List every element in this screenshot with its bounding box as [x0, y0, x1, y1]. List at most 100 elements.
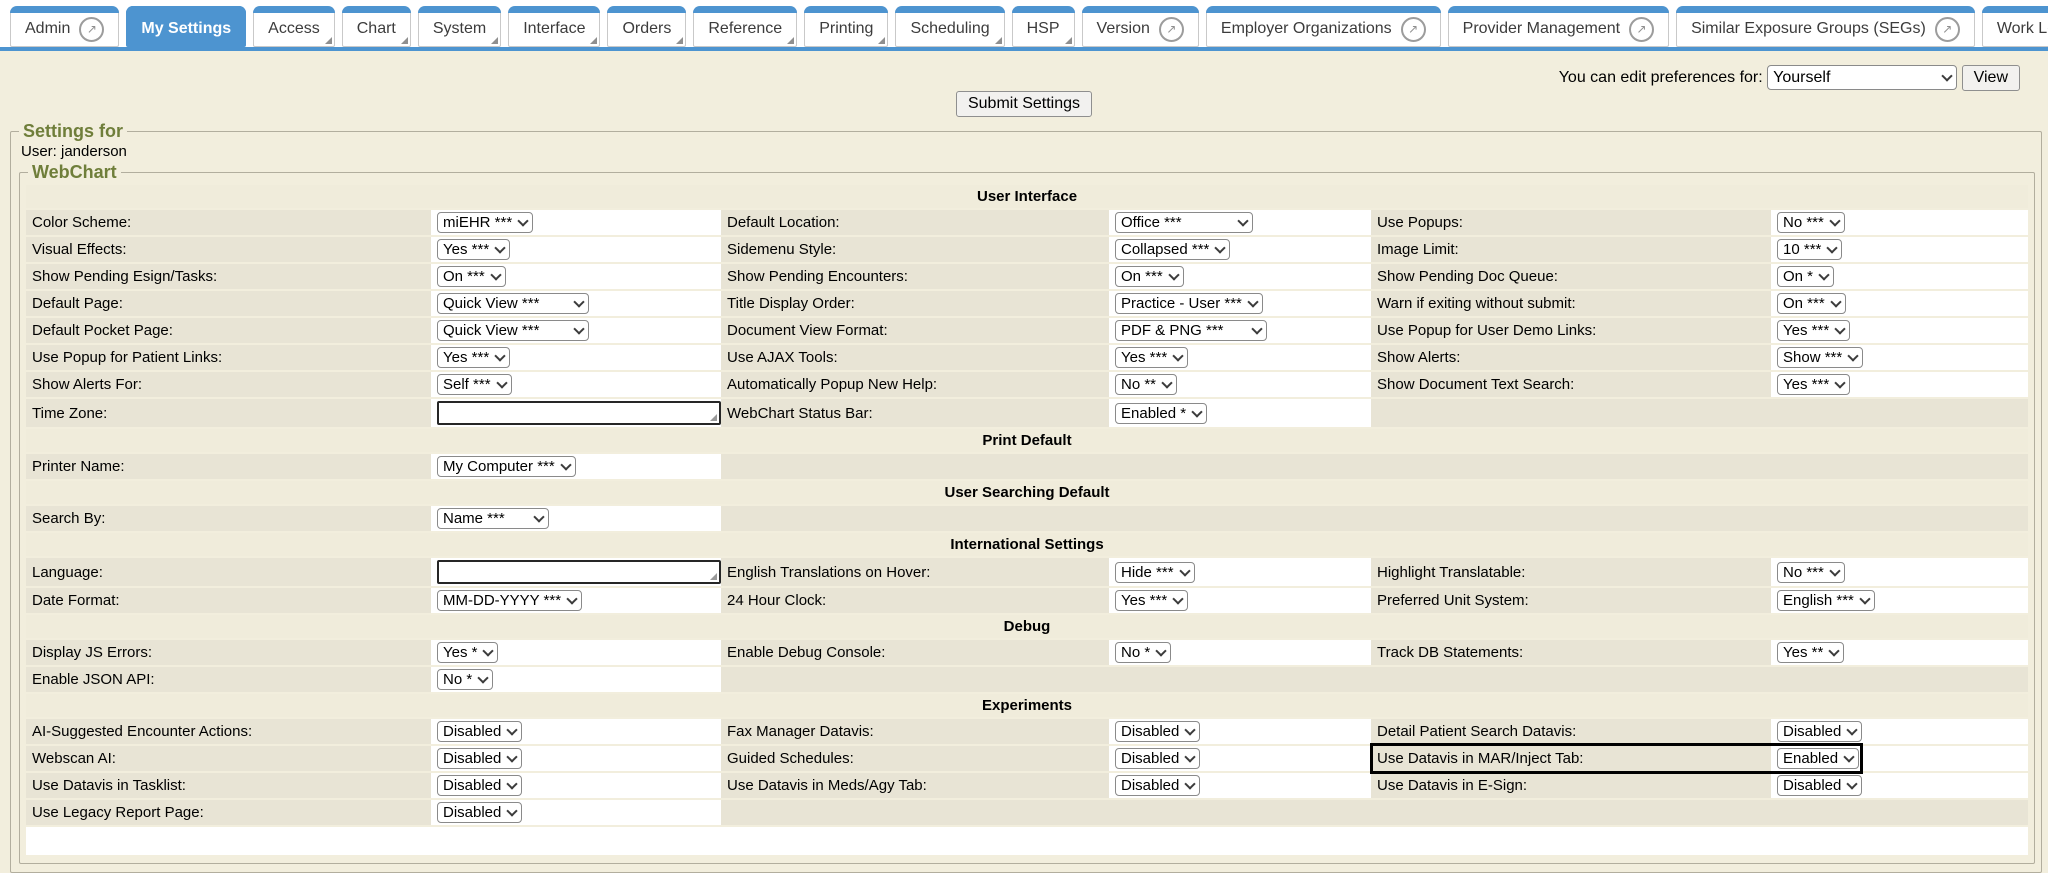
preferences-select[interactable]: Yourself [1767, 65, 1957, 90]
select-enable-json-api[interactable]: No * [437, 669, 493, 690]
select-document-view-format[interactable]: PDF & PNG *** [1115, 320, 1267, 341]
setting-label-printer-name: Printer Name: [26, 454, 431, 479]
open-new-window-icon[interactable]: ↗ [1159, 17, 1184, 42]
select-preferred-unit-system[interactable]: English *** [1777, 590, 1875, 611]
tab-reference[interactable]: Reference [693, 6, 797, 47]
chevron-down-icon [1847, 724, 1858, 735]
menu-fold-icon [325, 37, 332, 44]
tab-label: Access [268, 20, 320, 38]
tab-interface[interactable]: Interface [508, 6, 600, 47]
select-english-translations-on-hover[interactable]: Hide *** [1115, 562, 1195, 583]
select-default-page[interactable]: Quick View *** [437, 293, 589, 314]
tab-hsp[interactable]: HSP [1012, 6, 1075, 47]
setting-label-english-translations-on-hover: English Translations on Hover: [721, 558, 1109, 586]
select-webchart-status-bar[interactable]: Enabled * [1115, 403, 1207, 424]
select-printer-name[interactable]: My Computer *** [437, 456, 576, 477]
select-24-hour-clock[interactable]: Yes *** [1115, 590, 1188, 611]
setting-label-time-zone: Time Zone: [26, 399, 431, 427]
tab-similar-exposure-groups-segs[interactable]: Similar Exposure Groups (SEGs)↗ [1676, 6, 1975, 47]
select-show-alerts[interactable]: Show *** [1777, 347, 1863, 368]
select-value: Disabled [443, 749, 501, 768]
select-show-pending-encounters[interactable]: On *** [1115, 266, 1184, 287]
select-show-pending-esign-tasks[interactable]: On *** [437, 266, 506, 287]
setting-value-cell: Yes *** [431, 237, 721, 262]
tab-system[interactable]: System [418, 6, 501, 47]
menu-fold-icon [401, 37, 408, 44]
tab-my-settings[interactable]: My Settings [126, 6, 246, 47]
select-webscan-ai[interactable]: Disabled [437, 748, 522, 769]
section-header-row: User Searching Default [26, 481, 2028, 504]
select-value: miEHR *** [443, 213, 512, 232]
select-color-scheme[interactable]: miEHR *** [437, 212, 533, 233]
select-default-pocket-page[interactable]: Quick View *** [437, 320, 589, 341]
select-value: Disabled [1121, 749, 1179, 768]
select-show-document-text-search[interactable]: Yes *** [1777, 374, 1850, 395]
open-new-window-icon[interactable]: ↗ [1629, 17, 1654, 42]
time-zone-input[interactable] [437, 401, 721, 425]
chevron-down-icon [1168, 269, 1179, 280]
setting-label-default-location: Default Location: [721, 210, 1109, 235]
chevron-down-icon [1179, 565, 1190, 576]
setting-label-visual-effects: Visual Effects: [26, 237, 431, 262]
tab-admin[interactable]: Admin↗ [10, 6, 119, 47]
select-use-popup-for-user-demo-links[interactable]: Yes *** [1777, 320, 1850, 341]
select-show-pending-doc-queue[interactable]: On * [1777, 266, 1834, 287]
tab-access[interactable]: Access [253, 6, 335, 47]
select-highlight-translatable[interactable]: No *** [1777, 562, 1845, 583]
select-fax-manager-datavis[interactable]: Disabled [1115, 721, 1200, 742]
select-default-location[interactable]: Office *** [1115, 212, 1253, 233]
open-new-window-icon[interactable]: ↗ [79, 17, 104, 42]
setting-label-use-ajax-tools: Use AJAX Tools: [721, 345, 1109, 370]
select-use-popup-for-patient-links[interactable]: Yes *** [437, 347, 510, 368]
tab-label: Employer Organizations [1221, 20, 1392, 38]
select-sidemenu-style[interactable]: Collapsed *** [1115, 239, 1230, 260]
setting-label-language: Language: [26, 558, 431, 586]
open-new-window-icon[interactable]: ↗ [1401, 17, 1426, 42]
select-detail-patient-search-datavis[interactable]: Disabled [1777, 721, 1862, 742]
select-image-limit[interactable]: 10 *** [1777, 239, 1842, 260]
tab-version[interactable]: Version↗ [1082, 6, 1199, 47]
open-new-window-icon[interactable]: ↗ [1935, 17, 1960, 42]
setting-value-cell: Hide *** [1109, 558, 1371, 586]
select-date-format[interactable]: MM-DD-YYYY *** [437, 590, 582, 611]
select-track-db-statements[interactable]: Yes ** [1777, 642, 1844, 663]
select-use-datavis-in-meds-agy-tab[interactable]: Disabled [1115, 775, 1200, 796]
select-value: Collapsed *** [1121, 240, 1209, 259]
select-use-datavis-in-mar-inject-tab[interactable]: Enabled [1777, 748, 1859, 769]
select-warn-if-exiting-without-submit[interactable]: On *** [1777, 293, 1846, 314]
setting-row: Search By:Name *** [26, 506, 2028, 531]
setting-label-use-datavis-in-tasklist: Use Datavis in Tasklist: [26, 773, 431, 798]
select-enable-debug-console[interactable]: No * [1115, 642, 1171, 663]
tab-work-locations[interactable]: Work Locations↗ [1982, 6, 2048, 47]
submit-settings-button[interactable]: Submit Settings [956, 91, 1092, 117]
select-ai-suggested-encounter-actions[interactable]: Disabled [437, 721, 522, 742]
select-visual-effects[interactable]: Yes *** [437, 239, 510, 260]
select-use-datavis-in-tasklist[interactable]: Disabled [437, 775, 522, 796]
setting-value-cell: Yes *** [1771, 318, 2028, 343]
setting-value-cell [431, 399, 721, 427]
setting-label-24-hour-clock: 24 Hour Clock: [721, 588, 1109, 613]
select-search-by[interactable]: Name *** [437, 508, 549, 529]
tab-chart[interactable]: Chart [342, 6, 411, 47]
setting-label-use-datavis-in-meds-agy-tab: Use Datavis in Meds/Agy Tab: [721, 773, 1109, 798]
setting-value-cell: Yes ** [1771, 640, 2028, 665]
setting-label-show-alerts: Show Alerts: [1371, 345, 1771, 370]
view-button[interactable]: View [1962, 65, 2020, 91]
select-use-popups[interactable]: No *** [1777, 212, 1845, 233]
select-show-alerts-for[interactable]: Self *** [437, 374, 512, 395]
tab-scheduling[interactable]: Scheduling [895, 6, 1004, 47]
tab-orders[interactable]: Orders [607, 6, 686, 47]
select-guided-schedules[interactable]: Disabled [1115, 748, 1200, 769]
select-automatically-popup-new-help[interactable]: No ** [1115, 374, 1177, 395]
tab-printing[interactable]: Printing [804, 6, 888, 47]
tab-employer-organizations[interactable]: Employer Organizations ↗ [1206, 6, 1441, 47]
language-input[interactable] [437, 560, 721, 584]
select-display-js-errors[interactable]: Yes * [437, 642, 498, 663]
select-use-ajax-tools[interactable]: Yes *** [1115, 347, 1188, 368]
select-title-display-order[interactable]: Practice - User *** [1115, 293, 1263, 314]
select-use-legacy-report-page[interactable]: Disabled [437, 802, 522, 823]
menu-fold-icon [787, 37, 794, 44]
tab-provider-management[interactable]: Provider Management↗ [1448, 6, 1669, 47]
select-value: Yes *** [443, 240, 489, 259]
select-use-datavis-in-e-sign[interactable]: Disabled [1777, 775, 1862, 796]
